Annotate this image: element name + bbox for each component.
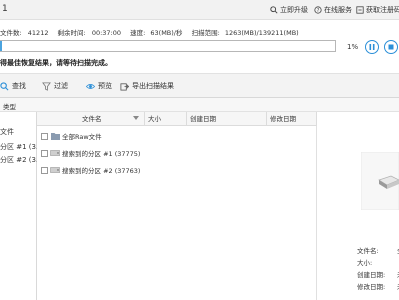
scan-notice: 得最佳恢复结果，请等待扫描完成。 xyxy=(0,59,112,67)
upgrade-button[interactable]: 立即升级 xyxy=(270,5,308,15)
search-icon xyxy=(0,81,9,90)
range-value: 1263(MB)/139211(MB) xyxy=(224,29,299,37)
column-size-label: 大小 xyxy=(148,115,161,123)
column-size[interactable]: 大小 xyxy=(145,112,187,126)
speed-value: 63(MB)/秒 xyxy=(150,29,183,37)
info-filename-label: 文件名: xyxy=(357,247,379,255)
drive-preview-icon xyxy=(361,152,399,210)
files-label: 文件数: xyxy=(0,29,22,37)
table-row[interactable]: 搜索到的分区 #1 (37775) xyxy=(37,145,317,162)
help-circle-icon: ? xyxy=(314,6,322,14)
remaining-label: 剩余时间: xyxy=(57,29,86,37)
tree-item-files[interactable]: 文件 xyxy=(0,127,14,137)
progress-percent: 1% xyxy=(347,43,359,51)
filter-label: 过滤 xyxy=(54,82,68,90)
info-modified-label: 修改日期: xyxy=(357,283,386,291)
export-results-label: 导出扫描结果 xyxy=(132,82,174,90)
column-modified[interactable]: 修改日期 xyxy=(267,112,317,126)
get-key-button[interactable]: 获取注册码 xyxy=(356,5,399,15)
column-filename[interactable]: 文件名 xyxy=(37,112,145,126)
sort-icon xyxy=(133,116,139,120)
table-row[interactable]: 搜索到的分区 #2 (37763) xyxy=(37,162,317,179)
file-table: 文件名 大小 创建日期 修改日期 全部Raw文件 搜索到的分区 #1 (3777… xyxy=(37,112,317,300)
range-label: 扫描范围: xyxy=(191,29,220,37)
type-header: 类型 xyxy=(0,98,399,112)
row-label: 全部Raw文件 xyxy=(62,133,102,141)
column-created-label: 创建日期 xyxy=(190,115,216,123)
folder-icon xyxy=(51,133,60,140)
filter-icon xyxy=(42,81,51,91)
search-icon xyxy=(270,6,278,14)
stop-icon xyxy=(388,44,394,50)
online-service-button[interactable]: ? 在线服务 xyxy=(314,5,352,15)
toolbar: 查找 过滤 预览 恢复 导出扫描结果 xyxy=(0,73,399,98)
app-window: 1 立即升级 ? 在线服务 获取注册码 文件数: 41212 剩余时间: 00:… xyxy=(0,0,399,300)
key-icon xyxy=(356,6,364,14)
find-button[interactable]: 查找 xyxy=(0,81,26,91)
row-checkbox[interactable] xyxy=(41,133,48,140)
type-tree: 文件 分区 #1 (3... 分区 #2 (3... xyxy=(0,112,43,300)
preview-panel: 文件名: 全 大小: 创建日期: 未 修改日期: 未 xyxy=(317,112,399,300)
column-filename-label: 文件名 xyxy=(82,115,102,123)
row-checkbox[interactable] xyxy=(41,150,48,157)
speed-label: 速度: xyxy=(130,29,146,37)
progress-fill xyxy=(0,41,3,51)
title-number: 1 xyxy=(2,4,8,14)
scan-progress-bar xyxy=(0,40,336,52)
eye-icon xyxy=(86,83,95,89)
pause-icon xyxy=(369,44,375,50)
get-key-label: 获取注册码 xyxy=(366,6,399,14)
row-label: 搜索到的分区 #1 (37775) xyxy=(62,150,141,158)
info-size-label: 大小: xyxy=(357,259,373,267)
preview-label: 预览 xyxy=(98,82,112,90)
pause-button[interactable] xyxy=(365,40,379,54)
find-label: 查找 xyxy=(12,82,26,90)
column-created[interactable]: 创建日期 xyxy=(187,112,267,126)
online-service-label: 在线服务 xyxy=(324,6,352,14)
export-icon xyxy=(120,82,129,91)
upgrade-label: 立即升级 xyxy=(280,6,308,14)
drive-icon xyxy=(50,150,60,156)
table-row[interactable]: 全部Raw文件 xyxy=(37,128,317,145)
preview-button[interactable]: 预览 xyxy=(86,81,112,91)
drive-icon xyxy=(50,167,60,173)
stop-button[interactable] xyxy=(384,40,398,54)
table-header: 文件名 大小 创建日期 修改日期 xyxy=(37,112,317,126)
scan-stats: 文件数: 41212 剩余时间: 00:37:00 速度: 63(MB)/秒 扫… xyxy=(0,27,299,37)
export-results-button[interactable]: 导出扫描结果 xyxy=(120,81,174,91)
filter-button[interactable]: 过滤 xyxy=(42,81,68,91)
remaining-value: 00:37:00 xyxy=(91,29,122,37)
type-header-label: 类型 xyxy=(3,103,16,111)
info-created-label: 创建日期: xyxy=(357,271,386,279)
title-bar: 1 立即升级 ? 在线服务 获取注册码 xyxy=(0,0,399,20)
row-checkbox[interactable] xyxy=(41,167,48,174)
row-label: 搜索到的分区 #2 (37763) xyxy=(62,167,141,175)
column-modified-label: 修改日期 xyxy=(270,115,296,123)
files-value: 41212 xyxy=(27,29,49,37)
